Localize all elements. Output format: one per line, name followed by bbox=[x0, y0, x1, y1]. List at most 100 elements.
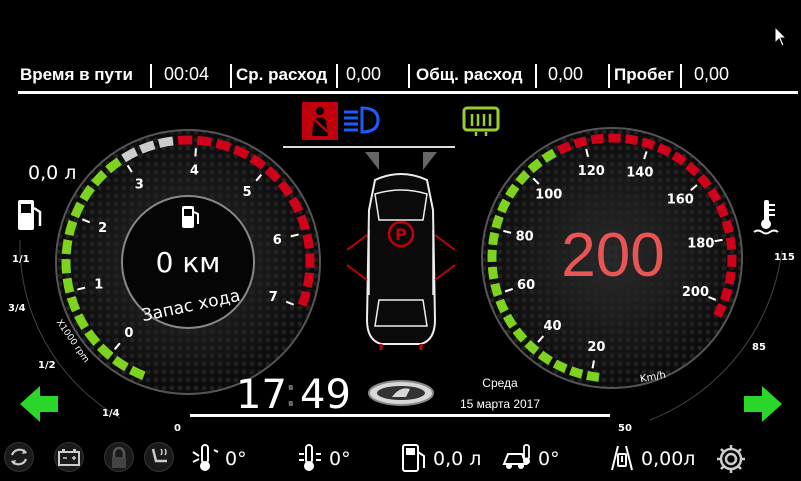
scale-segment bbox=[724, 271, 736, 285]
scale-tick-label: 5 bbox=[243, 185, 252, 200]
scale-tick bbox=[194, 148, 197, 157]
scale-segment bbox=[196, 135, 213, 147]
scale-segment bbox=[70, 201, 85, 219]
temp-scale-low: 50 bbox=[618, 423, 632, 434]
scale-segment bbox=[715, 203, 729, 218]
scale-tick-label: 4 bbox=[190, 164, 199, 179]
scale-tick-label: 200 bbox=[682, 285, 709, 300]
scale-tick-label: 160 bbox=[667, 193, 694, 208]
fuel-scale-3-4: 3/4 bbox=[8, 303, 26, 314]
scale-segment bbox=[515, 170, 531, 186]
scale-segment bbox=[296, 214, 310, 231]
scale-segment bbox=[720, 287, 733, 302]
clock-colon: : bbox=[284, 370, 298, 416]
scale-segment bbox=[556, 141, 572, 155]
scale-tick bbox=[714, 238, 723, 243]
scale-tick-label: 0 bbox=[124, 326, 133, 341]
clock-underline bbox=[190, 414, 610, 417]
scale-segment bbox=[502, 313, 517, 329]
fuel-scale-half: 1/2 bbox=[38, 360, 56, 371]
fuel-used-value: 0,00л bbox=[641, 448, 696, 470]
fuel-pump-icon bbox=[180, 204, 200, 230]
scale-segment bbox=[573, 136, 588, 149]
scale-tick-label: 3 bbox=[135, 177, 144, 192]
coolant-temp-icon bbox=[752, 198, 780, 242]
scale-segment bbox=[128, 365, 146, 380]
outside-temp-value: 0° bbox=[225, 448, 247, 470]
fuel-scale-full: 1/1 bbox=[12, 254, 30, 265]
scale-tick-label: 100 bbox=[535, 187, 562, 202]
scale-tick-label: 2 bbox=[98, 221, 107, 236]
scale-segment bbox=[713, 303, 727, 318]
scale-segment bbox=[537, 350, 553, 365]
indicator-divider bbox=[283, 146, 455, 148]
scale-segment bbox=[527, 158, 543, 174]
turn-left-arrow-icon[interactable] bbox=[18, 384, 60, 428]
scale-segment bbox=[725, 236, 737, 251]
scale-tick bbox=[591, 360, 595, 369]
scale-segment bbox=[656, 143, 672, 157]
scale-segment bbox=[121, 147, 139, 163]
seat-heating-icon[interactable] bbox=[144, 442, 174, 472]
scale-segment bbox=[707, 187, 722, 203]
lada-logo-icon bbox=[366, 378, 436, 412]
fuel-level-value: 0,0 л bbox=[433, 448, 482, 470]
scale-segment bbox=[303, 272, 315, 288]
headlight-icon bbox=[340, 104, 382, 140]
scale-segment bbox=[624, 134, 639, 146]
scale-segment bbox=[590, 133, 604, 145]
fuel-value: 0,0 л bbox=[28, 162, 77, 184]
scale-segment bbox=[586, 370, 600, 382]
fuel-scale-empty: 0 bbox=[174, 423, 181, 434]
scale-tick-label: 7 bbox=[269, 290, 278, 305]
scale-segment bbox=[61, 259, 72, 274]
temp-scale-high: 115 bbox=[774, 252, 795, 263]
scale-segment bbox=[685, 161, 701, 177]
scale-segment bbox=[157, 136, 174, 148]
scale-segment bbox=[61, 239, 73, 255]
outside-temp-icon bbox=[190, 442, 222, 478]
scale-segment bbox=[697, 173, 712, 189]
coolant-temp-value: 0° bbox=[329, 448, 351, 470]
scale-segment bbox=[569, 366, 584, 379]
car-status-diagram: P bbox=[346, 152, 456, 350]
fuel-used-icon bbox=[604, 442, 640, 478]
scale-segment bbox=[552, 359, 568, 373]
door-lock-icon[interactable] bbox=[104, 442, 134, 472]
rear-defrost-icon bbox=[462, 106, 500, 140]
scale-tick-label: 120 bbox=[578, 164, 605, 179]
scale-tick-label: 80 bbox=[516, 230, 534, 245]
scale-segment bbox=[62, 277, 75, 294]
scale-segment bbox=[302, 233, 314, 249]
speed-value: 200 bbox=[561, 221, 665, 290]
fuel-scale-quarter: 1/4 bbox=[102, 408, 120, 419]
fuel-icon bbox=[16, 198, 44, 236]
scale-tick-label: 180 bbox=[687, 237, 714, 252]
refresh-icon[interactable] bbox=[4, 442, 34, 472]
scale-segment bbox=[232, 145, 250, 160]
seatbelt-warning-icon bbox=[302, 102, 338, 140]
scale-tick-label: 6 bbox=[273, 233, 282, 248]
scale-segment bbox=[512, 327, 528, 343]
scale-tick-label: 40 bbox=[544, 319, 562, 334]
settings-gear-icon[interactable] bbox=[714, 442, 748, 480]
turn-right-arrow-icon[interactable] bbox=[742, 384, 784, 428]
scale-tick-label: 60 bbox=[517, 278, 535, 293]
scale-segment bbox=[66, 295, 81, 313]
scale-segment bbox=[215, 138, 232, 152]
clock-day: Среда bbox=[482, 376, 518, 390]
scale-segment bbox=[495, 298, 509, 314]
coolant-icon bbox=[294, 442, 326, 478]
battery-icon[interactable] bbox=[54, 442, 84, 472]
clock-minutes: 49 bbox=[300, 372, 351, 418]
scale-tick-label: 1 bbox=[94, 278, 103, 293]
clock-hours: 17 bbox=[236, 372, 287, 418]
scale-segment bbox=[671, 151, 687, 166]
scale-segment bbox=[524, 339, 540, 355]
scale-segment bbox=[74, 313, 89, 331]
scale-segment bbox=[721, 219, 734, 234]
clock-date: 15 марта 2017 bbox=[459, 397, 541, 411]
scale-segment bbox=[505, 183, 520, 199]
scale-tick-label: 20 bbox=[587, 340, 605, 355]
scale-segment bbox=[541, 148, 557, 163]
